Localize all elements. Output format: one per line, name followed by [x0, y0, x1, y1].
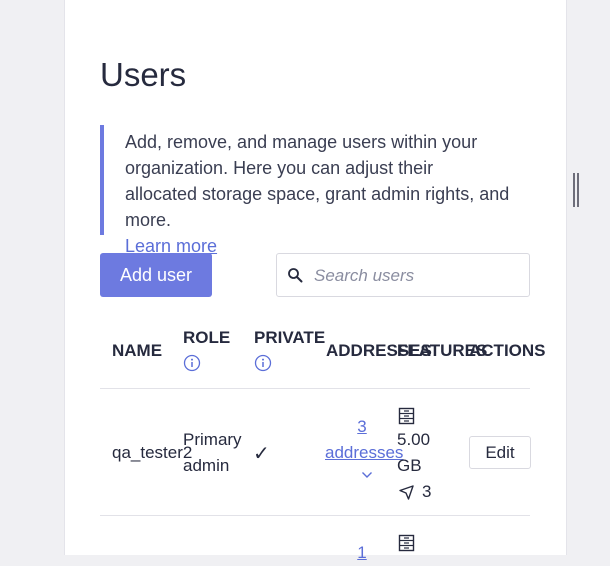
user-role: Primary admin: [183, 427, 242, 479]
row-divider: [100, 515, 530, 516]
chevron-down-icon[interactable]: [361, 471, 373, 479]
private-info-icon[interactable]: [254, 354, 272, 372]
header-divider: [100, 388, 530, 389]
header-actions: ACTIONS: [469, 341, 546, 360]
addresses-link[interactable]: addresses: [325, 443, 403, 462]
scrollbar-thumb[interactable]: [573, 173, 579, 207]
info-callout: Add, remove, and manage users within you…: [100, 125, 510, 256]
storage-unit: GB: [397, 456, 422, 475]
vpn-count: 3: [422, 482, 432, 501]
storage-icon: [398, 407, 415, 425]
role-line-1: Primary: [183, 430, 242, 449]
role-info-icon[interactable]: [183, 354, 201, 372]
search-icon: [288, 268, 303, 283]
addresses-cell[interactable]: 1: [325, 540, 399, 566]
addresses-count-link[interactable]: 3: [357, 417, 366, 436]
role-line-2: admin: [183, 456, 230, 475]
addresses-cell[interactable]: 3 addresses: [325, 414, 403, 466]
edit-button[interactable]: Edit: [469, 436, 531, 469]
header-private[interactable]: PRIVATE: [254, 328, 325, 348]
info-description: Add, remove, and manage users within you…: [125, 132, 510, 230]
storage-icon: [398, 534, 415, 552]
search-input[interactable]: [312, 262, 521, 290]
header-name[interactable]: NAME: [112, 341, 162, 361]
search-box[interactable]: [276, 253, 530, 297]
user-name: qa_tester2: [112, 443, 193, 462]
page-title: Users: [100, 56, 187, 93]
private-check-icon: ✓: [253, 443, 270, 465]
add-user-button[interactable]: Add user: [100, 253, 212, 297]
vpn-icon: [399, 485, 414, 500]
storage-amount: 5.00 GB: [397, 427, 430, 479]
storage-value: 5.00: [397, 430, 431, 449]
addresses-count-link[interactable]: 1: [357, 543, 366, 562]
header-role[interactable]: ROLE: [183, 328, 230, 348]
